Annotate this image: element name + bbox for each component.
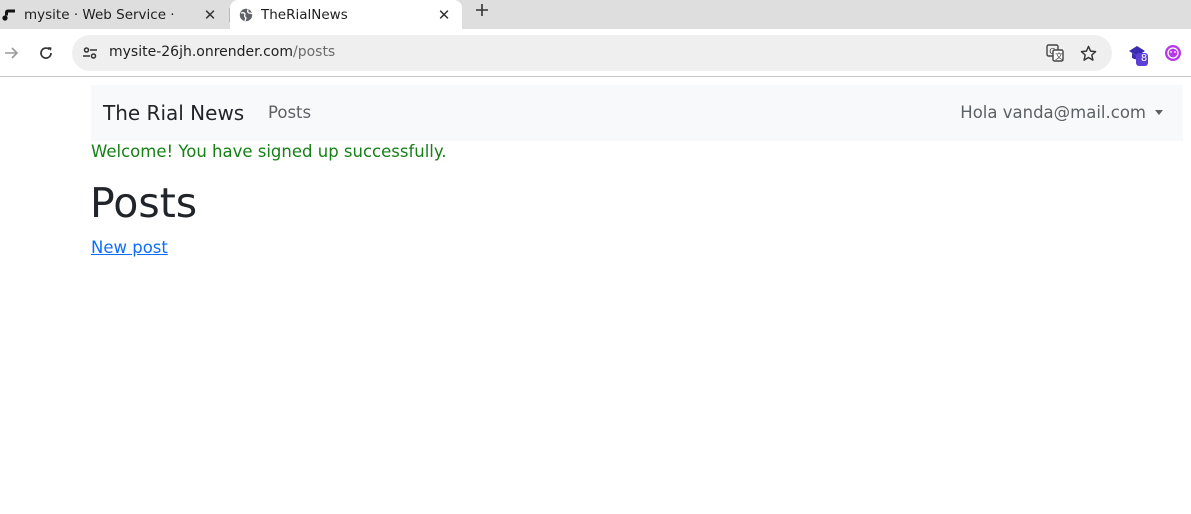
page-title: Posts — [90, 179, 198, 227]
translate-icon[interactable]: G文 — [1046, 44, 1064, 62]
url-host: mysite-26jh.onrender.com — [109, 44, 293, 60]
caret-down-icon — [1155, 110, 1163, 115]
extension-badge: 8 — [1140, 53, 1148, 64]
plus-icon — [476, 4, 488, 16]
nav-posts-link[interactable]: Posts — [268, 103, 311, 122]
arrow-right-icon — [5, 47, 19, 59]
url-path: /posts — [292, 44, 336, 60]
render-icon — [2, 8, 16, 22]
new-post-link[interactable]: New post — [91, 238, 168, 257]
tab-title: TheRialNews — [261, 7, 348, 23]
reload-icon — [40, 47, 52, 59]
flash-notice: Welcome! You have signed up successfully… — [91, 142, 447, 161]
extension-icon[interactable]: 8 — [1127, 43, 1149, 66]
site-navbar: The Rial News Posts Hola vanda@mail.com — [91, 85, 1183, 141]
extension-smile-icon[interactable] — [1164, 44, 1186, 66]
url-text[interactable]: mysite-26jh.onrender.com/posts — [109, 44, 335, 60]
star-icon[interactable] — [1079, 44, 1097, 62]
tab-mysite[interactable]: mysite · Web Service · ✕ — [0, 0, 228, 29]
tab-strip: mysite · Web Service · ✕ TheRialNews ✕ — [0, 0, 1191, 30]
address-bar[interactable]: mysite-26jh.onrender.com/posts G文 — [72, 35, 1112, 71]
brand-link[interactable]: The Rial News — [103, 101, 244, 125]
site-settings-icon[interactable] — [82, 45, 98, 61]
user-dropdown[interactable]: Hola vanda@mail.com — [960, 103, 1163, 122]
globe-icon — [239, 8, 253, 22]
browser-toolbar: mysite-26jh.onrender.com/posts G文 8 — [0, 29, 1191, 77]
forward-button[interactable] — [0, 41, 24, 65]
svg-text:文: 文 — [1055, 51, 1063, 61]
reload-button[interactable] — [34, 41, 58, 65]
tab-title: mysite · Web Service · — [24, 6, 175, 23]
user-dropdown-label: Hola vanda@mail.com — [960, 103, 1146, 122]
tab-therialnews[interactable]: TheRialNews ✕ — [230, 0, 462, 30]
close-icon[interactable]: ✕ — [434, 5, 454, 25]
close-icon[interactable]: ✕ — [200, 5, 220, 25]
new-tab-button[interactable] — [472, 0, 492, 20]
